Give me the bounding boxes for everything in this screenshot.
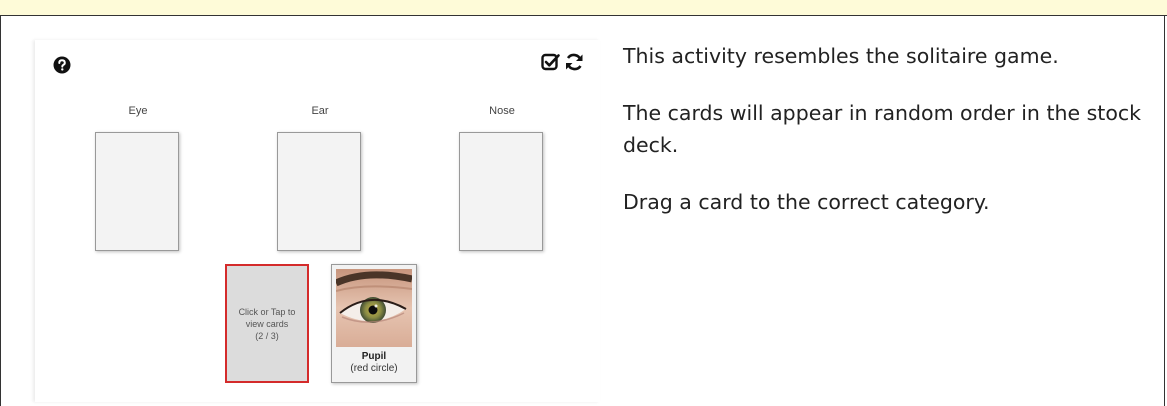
instruction-paragraph-1: This activity resembles the solitaire ga…: [623, 44, 1059, 68]
instructions-panel: This activity resembles the solitaire ga…: [623, 40, 1143, 243]
check-answers-icon[interactable]: [541, 52, 561, 72]
drop-slot-eye[interactable]: [95, 132, 179, 251]
category-label-nose: Nose: [489, 105, 515, 117]
card-title: Pupil: [361, 351, 387, 362]
eye-image: [336, 269, 412, 347]
draggable-card[interactable]: Pupil (red circle): [331, 264, 417, 383]
help-icon[interactable]: [53, 56, 71, 74]
category-label-ear: Ear: [311, 105, 329, 117]
top-banner: [0, 0, 1167, 16]
drop-slot-ear[interactable]: [277, 132, 361, 251]
stock-count: (2 / 3): [255, 330, 279, 341]
solitaire-activity: Eye Ear Nose Click or Tap to view cards …: [35, 40, 600, 402]
drop-slot-nose[interactable]: [459, 132, 543, 251]
category-label-eye: Eye: [128, 105, 148, 117]
refresh-icon[interactable]: [564, 52, 585, 72]
stock-deck[interactable]: Click or Tap to view cards (2 / 3): [225, 264, 309, 383]
card-subtitle: (red circle): [350, 363, 398, 374]
instruction-paragraph-3: Drag a card to the correct category.: [623, 190, 990, 214]
instruction-paragraph-2: The cards will appear in random order in…: [623, 101, 1142, 157]
stock-line-2: view cards: [245, 318, 289, 329]
stock-line-1: Click or Tap to: [238, 306, 296, 317]
